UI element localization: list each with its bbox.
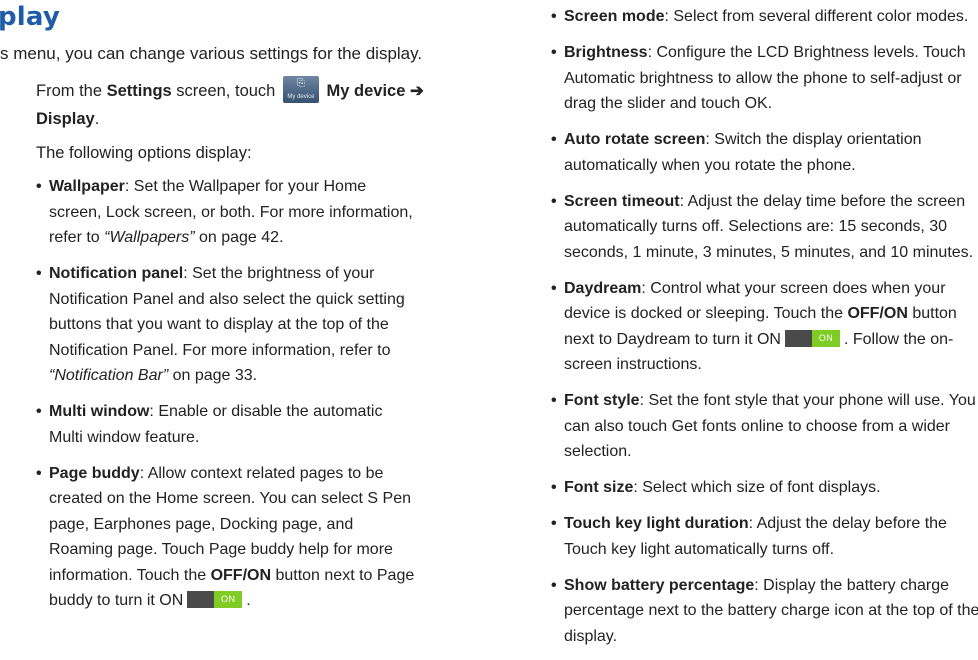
option-term: Notification panel <box>49 265 184 282</box>
option-desc-end: . <box>246 592 251 609</box>
step-1-period: . <box>94 110 100 128</box>
list-item-notification-panel: • Notification panel: Set the brightness … <box>36 265 405 384</box>
cross-reference: “Wallpapers” <box>104 229 195 246</box>
step-1: From the Settings screen, touch ⎘ My devi… <box>36 76 424 106</box>
intro-text: s menu, you can change various settings … <box>0 44 423 63</box>
list-item-battery-percentage: • Show battery percentage: Display the ba… <box>551 576 978 645</box>
off-on-label: OFF/ON <box>847 305 908 322</box>
step-1-mid: screen, touch <box>171 82 280 100</box>
option-term: Font style <box>564 392 640 409</box>
list-item-multi-window: • Multi window: Enable or disable the aut… <box>36 403 383 446</box>
my-device-icon: ⎘ My device <box>282 76 319 103</box>
option-term: Brightness <box>564 44 648 61</box>
option-term: Auto rotate screen <box>564 131 706 148</box>
my-device-icon-caption: My device <box>287 94 315 100</box>
option-term: Multi window <box>49 403 150 420</box>
toggle-on-label: ON <box>214 591 243 608</box>
page-title: play <box>0 2 61 32</box>
step-1-pre: From the <box>36 82 107 100</box>
list-item-font-size: • Font size: Select which size of font di… <box>551 479 881 496</box>
options-list-left: • Wallpaper: Set the Wallpaper for your H… <box>36 174 420 624</box>
option-desc: : Select from several different color mo… <box>664 8 969 25</box>
my-device-label: My device ➔ <box>326 82 424 100</box>
list-item-page-buddy: • Page buddy: Allow context related pages… <box>36 464 415 610</box>
option-desc-tail: on page 42. <box>194 229 284 246</box>
list-item-auto-rotate: • Auto rotate screen: Switch the display … <box>551 131 922 174</box>
option-term: Screen mode <box>564 8 665 25</box>
option-term: Wallpaper <box>49 178 125 195</box>
option-desc-tail: on page 33. <box>168 367 258 384</box>
cross-reference: “Notification Bar” <box>49 367 169 384</box>
settings-label: Settings <box>106 82 172 100</box>
display-label: Display <box>36 110 95 128</box>
option-term: Touch key light duration <box>564 515 749 532</box>
option-desc: : Select which size of font displays. <box>633 479 881 496</box>
on-toggle-icon: ON <box>784 329 840 347</box>
list-item-daydream: • Daydream: Control what your screen does… <box>551 279 957 374</box>
list-item-touch-key-light: • Touch key light duration: Adjust the de… <box>551 515 947 558</box>
options-list-right: • Screen mode: Select from several differ… <box>551 4 978 660</box>
toggle-on-label: ON <box>811 329 840 347</box>
device-glyph-icon: ⎘ <box>296 78 305 89</box>
list-item-screen-timeout: • Screen timeout: Adjust the delay time b… <box>551 192 974 261</box>
list-item-wallpaper: • Wallpaper: Set the Wallpaper for your H… <box>36 178 413 246</box>
option-term: Font size <box>564 479 634 496</box>
option-term: Page buddy <box>49 464 140 482</box>
step-1-cont: Display. <box>36 105 99 134</box>
on-toggle-icon: ON <box>187 591 243 608</box>
list-item-brightness: • Brightness: Configure the LCD Brightnes… <box>551 44 966 112</box>
off-on-label: OFF/ON <box>210 566 272 584</box>
option-term: Show battery percentage <box>564 576 755 594</box>
list-item-font-style: • Font style: Set the font style that you… <box>551 392 976 460</box>
option-term: Daydream <box>564 279 642 297</box>
list-item-screen-mode: • Screen mode: Select from several differ… <box>551 8 969 25</box>
option-term: Screen timeout <box>564 192 680 210</box>
step-2: The following options display: <box>36 144 252 162</box>
